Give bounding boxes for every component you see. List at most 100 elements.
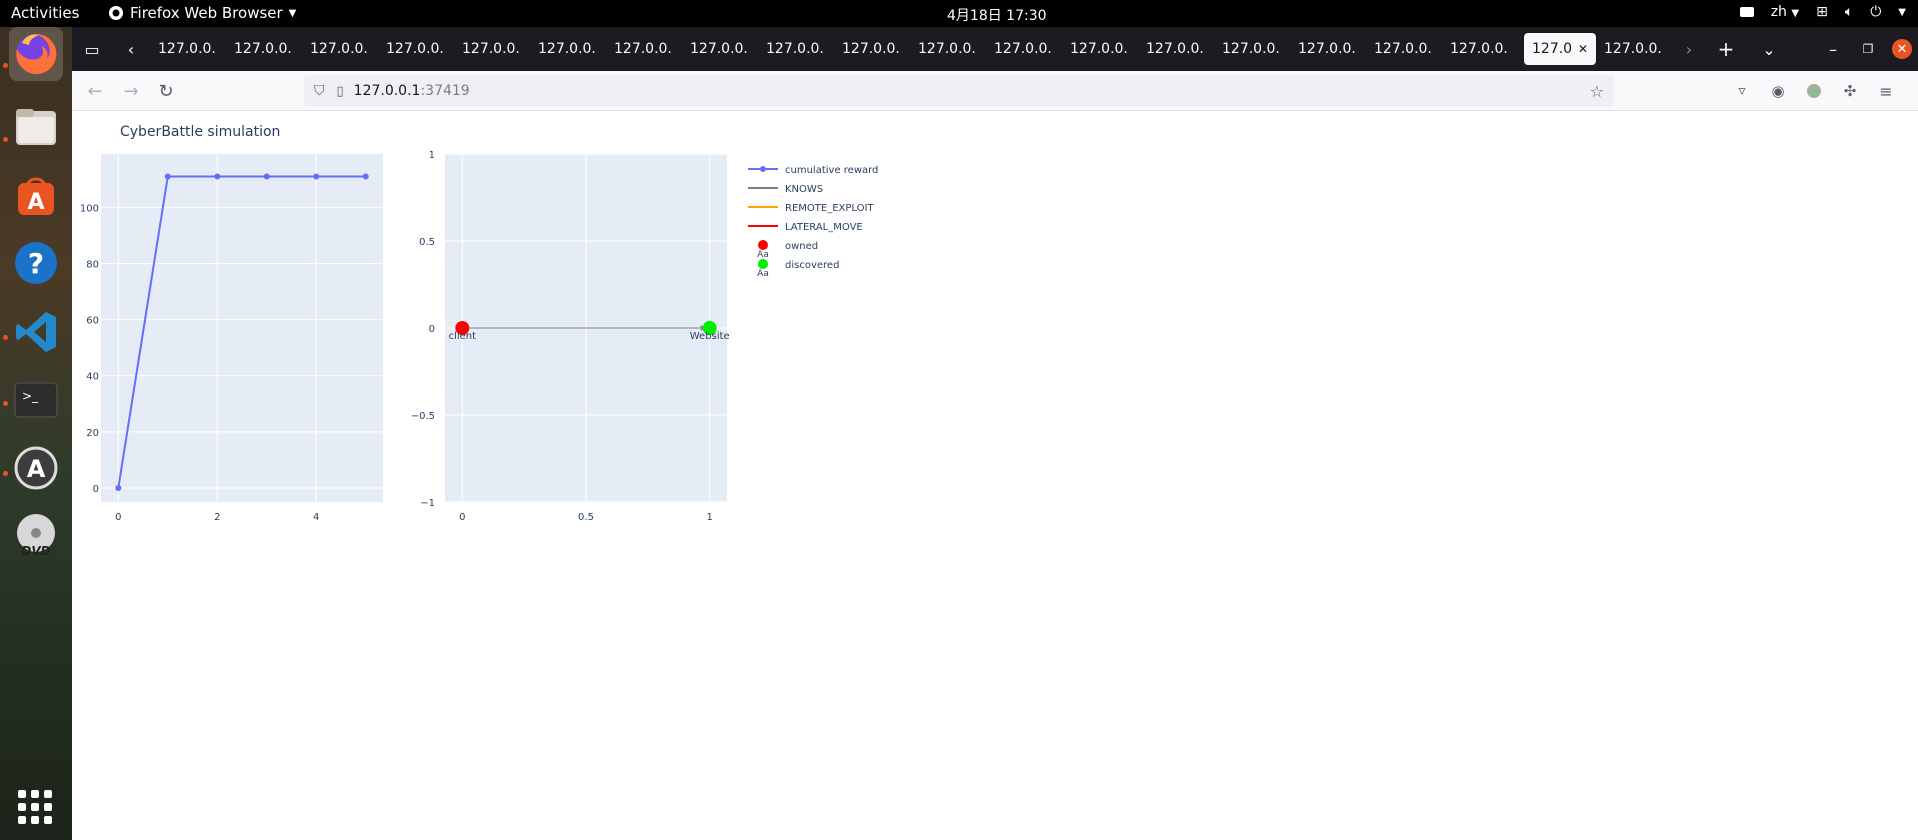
- screen-icon[interactable]: [1739, 7, 1754, 17]
- y-tick-label: −0.5: [411, 411, 435, 422]
- tab[interactable]: 127.0.0.: [1602, 33, 1676, 65]
- legend-swatch: [758, 240, 768, 250]
- tab[interactable]: 127.0.0.: [384, 33, 458, 65]
- activities-button[interactable]: Activities: [11, 4, 79, 22]
- app-menu[interactable]: Firefox Web Browser ▼: [108, 4, 296, 22]
- forward-icon[interactable]: →: [116, 77, 146, 105]
- system-tray[interactable]: zh ▼ ⊞ 🔈︎ ⏻ ▼: [1739, 4, 1906, 20]
- volume-icon[interactable]: 🔈︎: [1845, 4, 1853, 20]
- y-tick-label: 100: [80, 203, 99, 214]
- legend-item[interactable]: REMOTE_EXPLOIT: [748, 203, 874, 214]
- svg-text:DVD: DVD: [21, 544, 50, 558]
- back-icon[interactable]: ←: [80, 77, 110, 105]
- close-window-icon[interactable]: ✕: [1888, 33, 1916, 65]
- tab-label: 127.0.0.: [1374, 41, 1432, 57]
- tab[interactable]: 127.0.0.: [1296, 33, 1370, 65]
- tab-label: 127.0.0.: [462, 41, 520, 57]
- node-label: client: [449, 331, 477, 342]
- tab[interactable]: 127.0.0.: [1068, 33, 1142, 65]
- legend-label: LATERAL_MOVE: [785, 222, 863, 233]
- system-top-bar: Activities Firefox Web Browser ▼ 4月18日 1…: [0, 0, 1918, 27]
- svg-text:A: A: [27, 190, 44, 215]
- input-method-indicator[interactable]: zh ▼: [1771, 4, 1799, 20]
- tab[interactable]: 127.0.0.: [308, 33, 382, 65]
- tab[interactable]: 127.0.0.: [1448, 33, 1522, 65]
- network-icon[interactable]: ⊞: [1816, 4, 1828, 20]
- tab-label: 127.0.0.: [1604, 41, 1662, 57]
- legend-label: REMOTE_EXPLOIT: [785, 203, 874, 214]
- pocket-icon[interactable]: ▿: [1727, 77, 1757, 105]
- tab-label: 127.0.0.: [1146, 41, 1204, 57]
- y-tick-label: 80: [86, 259, 99, 270]
- app-center-icon[interactable]: A: [9, 168, 63, 222]
- legend-label: discovered: [785, 260, 839, 271]
- x-tick-label: 0: [459, 512, 465, 523]
- restore-icon[interactable]: ❐: [1854, 33, 1882, 65]
- legend-item[interactable]: Aa discovered: [757, 259, 839, 279]
- tab[interactable]: 127.0.0.: [156, 33, 230, 65]
- list-all-tabs-icon[interactable]: ⌄: [1755, 33, 1783, 65]
- tab[interactable]: 127.0.0.: [688, 33, 762, 65]
- clock[interactable]: 4月18日 17:30: [947, 5, 1047, 25]
- tab-scroll-left-icon[interactable]: ‹: [117, 33, 145, 65]
- tab[interactable]: 127.0.0.: [460, 33, 534, 65]
- firefox-view-icon[interactable]: ▭: [78, 33, 106, 65]
- minimize-icon[interactable]: –: [1819, 33, 1847, 65]
- bookmark-star-icon[interactable]: ☆: [1590, 82, 1604, 101]
- x-tick-label: 1: [706, 512, 712, 523]
- page-icon[interactable]: ▯: [337, 84, 344, 99]
- legend-glyph: Aa: [757, 250, 769, 260]
- files-icon[interactable]: [9, 100, 63, 154]
- tab-active[interactable]: 127.0 ✕: [1524, 33, 1596, 65]
- tab[interactable]: 127.0.0.: [764, 33, 838, 65]
- tab-label: 127.0.0.: [538, 41, 596, 57]
- new-tab-icon[interactable]: +: [1712, 33, 1740, 65]
- dvd-icon[interactable]: DVD: [9, 509, 63, 563]
- y-tick-label: 0: [93, 484, 99, 495]
- legend-item[interactable]: cumulative reward: [748, 165, 878, 176]
- tab-label: 127.0.0.: [310, 41, 368, 57]
- extensions-icon[interactable]: ✣: [1835, 77, 1865, 105]
- account-icon[interactable]: ◉: [1763, 77, 1793, 105]
- legend-item[interactable]: LATERAL_MOVE: [748, 222, 863, 233]
- reload-icon[interactable]: ↻: [151, 77, 181, 105]
- tab-scroll-right-icon[interactable]: ›: [1675, 33, 1703, 65]
- tab[interactable]: 127.0.0.: [612, 33, 686, 65]
- tab-label: 127.0.0.: [994, 41, 1052, 57]
- terminal-icon[interactable]: >_: [9, 373, 63, 427]
- close-tab-icon[interactable]: ✕: [1578, 33, 1588, 65]
- tab[interactable]: 127.0.0.: [1220, 33, 1294, 65]
- legend-item[interactable]: KNOWS: [748, 184, 823, 195]
- extension-badge-icon[interactable]: [1799, 77, 1829, 105]
- software-updater-icon[interactable]: A: [9, 441, 63, 495]
- tab-label: 127.0.0.: [842, 41, 900, 57]
- tab[interactable]: 127.0.0.: [916, 33, 990, 65]
- y-tick-label: 0.5: [419, 237, 435, 248]
- y-tick-label: 1: [429, 150, 435, 161]
- firefox-icon[interactable]: [9, 27, 63, 81]
- reward-point: [362, 173, 369, 180]
- x-tick-label: 0.5: [578, 512, 594, 523]
- firefox-small-icon: [109, 6, 123, 20]
- url-bar[interactable]: ⛉ ▯ 127.0.0.1:37419 ☆: [304, 75, 1614, 107]
- shield-icon[interactable]: ⛉: [314, 83, 325, 99]
- legend-item[interactable]: Aa owned: [757, 240, 818, 260]
- running-indicator: [3, 471, 8, 476]
- show-apps-icon[interactable]: [18, 790, 52, 824]
- reward-point: [313, 173, 320, 180]
- help-icon[interactable]: ?: [9, 236, 63, 290]
- running-indicator: [3, 137, 8, 142]
- tab[interactable]: 127.0.0.: [840, 33, 914, 65]
- tab[interactable]: 127.0.0.: [992, 33, 1066, 65]
- chevron-down-icon[interactable]: ▼: [1898, 7, 1906, 18]
- vscode-icon[interactable]: [9, 305, 63, 359]
- tab[interactable]: 127.0.0.: [1372, 33, 1446, 65]
- reward-subplot: 0 2 4020406080100: [80, 154, 383, 523]
- menu-icon[interactable]: ≡: [1871, 77, 1901, 105]
- tab[interactable]: 127.0.0.: [232, 33, 306, 65]
- tab[interactable]: 127.0.0.: [1144, 33, 1218, 65]
- legend-label: cumulative reward: [785, 165, 878, 176]
- tab-bar: ▭ ‹ 127.0.0. 127.0.0. 127.0.0. 127.0.0. 127.…: [72, 27, 1918, 71]
- tab[interactable]: 127.0.0.: [536, 33, 610, 65]
- power-icon[interactable]: ⏻: [1870, 4, 1881, 20]
